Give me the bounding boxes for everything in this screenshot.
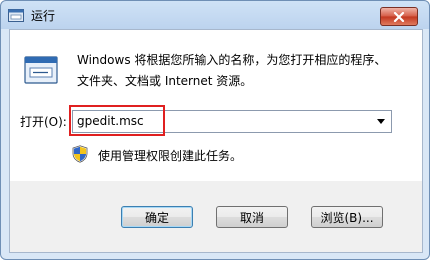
uac-shield-icon bbox=[72, 145, 88, 163]
browse-button[interactable]: 浏览(B)... bbox=[311, 206, 383, 228]
close-button[interactable] bbox=[380, 7, 418, 26]
window-title: 运行 bbox=[31, 9, 56, 23]
run-dialog: 运行 Windows 将根据您所输入的名称，为您打开相应的程序、 文件夹、文档或… bbox=[0, 0, 430, 260]
dialog-body: Windows 将根据您所输入的名称，为您打开相应的程序、 文件夹、文档或 In… bbox=[9, 29, 423, 253]
content-area: Windows 将根据您所输入的名称，为您打开相应的程序、 文件夹、文档或 In… bbox=[10, 30, 422, 181]
open-label: 打开(O): bbox=[20, 115, 67, 129]
cancel-button[interactable]: 取消 bbox=[216, 206, 288, 228]
run-icon bbox=[8, 9, 24, 22]
ok-button[interactable]: 确定 bbox=[121, 206, 193, 228]
dropdown-button[interactable] bbox=[371, 111, 391, 132]
description-text: Windows 将根据您所输入的名称，为您打开相应的程序、 文件夹、文档或 In… bbox=[77, 53, 387, 88]
admin-note: 使用管理权限创建此任务。 bbox=[98, 149, 243, 163]
chevron-down-icon bbox=[377, 119, 385, 124]
highlight-box bbox=[69, 105, 165, 136]
run-program-icon bbox=[24, 56, 58, 84]
close-icon bbox=[393, 11, 405, 22]
title-bar[interactable]: 运行 bbox=[1, 1, 429, 29]
